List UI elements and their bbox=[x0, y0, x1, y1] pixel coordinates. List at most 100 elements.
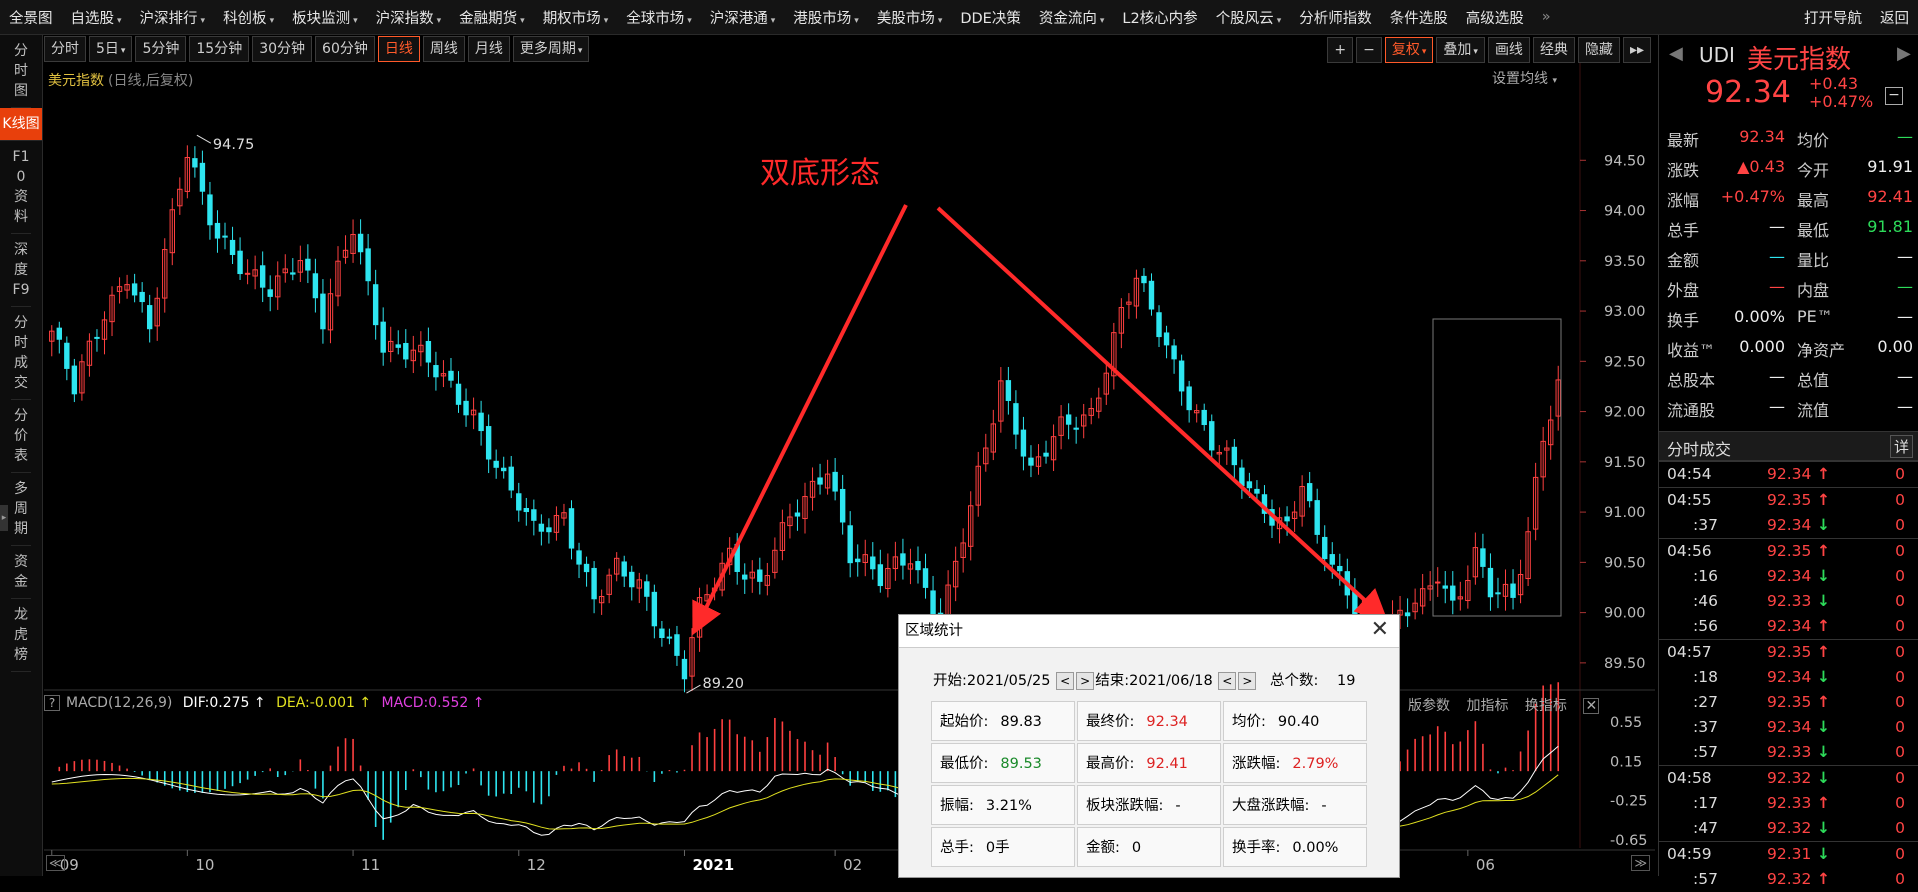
candle-body bbox=[922, 568, 929, 588]
stat-label: 最高价: bbox=[1086, 756, 1135, 772]
y-tick-label: 91.00 bbox=[1604, 505, 1646, 521]
arrow-down-icon: ↓ bbox=[1817, 567, 1830, 585]
candle-body bbox=[1487, 567, 1494, 598]
quote-row: 最新 92.34 均价 — bbox=[1659, 123, 1918, 153]
candle-body bbox=[1201, 409, 1207, 426]
macd-value-text: MACD:0.552 bbox=[381, 695, 469, 711]
trade-volume: 0 bbox=[1895, 870, 1905, 888]
last-price: 92.34 bbox=[1705, 75, 1791, 110]
candle-body bbox=[576, 550, 582, 565]
stat-cell: 起始价: 89.83 bbox=[931, 701, 1075, 741]
trade-time: :57 bbox=[1693, 743, 1718, 761]
change-percent: +0.47% bbox=[1809, 92, 1874, 111]
candle-body bbox=[146, 305, 153, 330]
candle-body bbox=[839, 488, 846, 523]
help-icon[interactable]: ? bbox=[44, 695, 60, 711]
trade-volume: 0 bbox=[1895, 465, 1905, 483]
candle-body bbox=[621, 561, 627, 577]
candle-body bbox=[568, 508, 575, 549]
open-nav-button[interactable]: 打开导航 bbox=[1795, 7, 1871, 28]
pattern-annotation: 双底形态 bbox=[760, 156, 880, 191]
macd-dif-text: DIF:0.275 bbox=[182, 695, 250, 711]
prev-arrow-icon[interactable]: ◀ bbox=[1669, 43, 1683, 64]
kline-chart[interactable]: 94.50 94.00 93.50 93.00 92.50 92.00 91.50 91.00… bbox=[0, 0, 1658, 876]
candle-body bbox=[742, 574, 748, 580]
trade-price: 92.34 bbox=[1767, 617, 1812, 635]
candle-body bbox=[591, 567, 597, 600]
quote-value: — bbox=[1769, 277, 1785, 296]
candle-body bbox=[1495, 592, 1501, 595]
arrow-up-icon: ↑ bbox=[472, 695, 485, 711]
set-ma-button[interactable]: 设置均线 ▾ bbox=[1492, 68, 1557, 88]
macd-dea-text: DEA:-0.001 bbox=[276, 695, 355, 711]
quote-label: PE™ bbox=[1797, 307, 1833, 326]
end-next-button[interactable]: > bbox=[1238, 672, 1257, 690]
macd-params-button[interactable]: 版参数 bbox=[1408, 698, 1450, 714]
candle-body bbox=[94, 336, 100, 339]
next-arrow-icon[interactable]: ▶ bbox=[1897, 43, 1911, 64]
candle-body bbox=[1314, 500, 1320, 535]
trade-volume: 0 bbox=[1895, 718, 1905, 736]
candle-body bbox=[1163, 332, 1170, 346]
quote-label: 收益™ bbox=[1667, 341, 1716, 360]
change-value: +0.43 bbox=[1809, 74, 1859, 93]
start-prev-button[interactable]: < bbox=[1056, 672, 1075, 690]
horizontal-scrollbar[interactable]: ≪ ≫ bbox=[44, 853, 1654, 873]
trade-row: 04:54 92.34 ↑ 0 bbox=[1659, 461, 1918, 487]
start-next-button[interactable]: > bbox=[1076, 672, 1095, 690]
candle-body bbox=[214, 222, 221, 239]
selection-box bbox=[1432, 318, 1562, 617]
macd-dea: DEA:-0.001 ↑ bbox=[276, 695, 371, 711]
quote-row: 涨跌 ▲0.43 今开 91.91 bbox=[1659, 153, 1918, 183]
trade-volume: 0 bbox=[1895, 491, 1905, 509]
start-label: 开始: bbox=[933, 673, 967, 689]
end-prev-button[interactable]: < bbox=[1218, 672, 1237, 690]
trades-detail-button[interactable]: 详 bbox=[1889, 435, 1913, 458]
y-tick-label: 90.50 bbox=[1604, 555, 1646, 571]
candle-body bbox=[1020, 429, 1027, 457]
candle-body bbox=[832, 471, 838, 492]
stat-label: 涨跌幅: bbox=[1232, 756, 1281, 772]
close-icon[interactable]: ✕ bbox=[1371, 617, 1389, 642]
quote-label: 金额 bbox=[1667, 251, 1700, 270]
arrow-up-icon: ↑ bbox=[1817, 491, 1830, 509]
trade-row: :27 92.35 ↑ 0 bbox=[1659, 690, 1918, 715]
quote-value: 0.00% bbox=[1734, 307, 1785, 326]
minimize-icon[interactable]: − bbox=[1885, 87, 1903, 105]
arrow-up-icon: ↑ bbox=[1817, 693, 1830, 711]
chart-title-subtitle: (日线,后复权) bbox=[108, 73, 194, 89]
macd-switch-indicator-button[interactable]: 换指标 bbox=[1525, 698, 1567, 714]
candle-body bbox=[1186, 386, 1192, 411]
quote-value: 91.81 bbox=[1867, 217, 1913, 236]
candle-body bbox=[583, 563, 590, 573]
candle-body bbox=[1480, 548, 1486, 567]
trade-time: :37 bbox=[1693, 516, 1718, 534]
candle-body bbox=[1073, 427, 1079, 430]
arrow-up-icon: ↑ bbox=[1817, 794, 1830, 812]
trade-price: 92.31 bbox=[1767, 845, 1812, 863]
candle-body bbox=[1254, 488, 1260, 494]
trade-row: :47 92.32 ↓ 0 bbox=[1659, 816, 1918, 841]
back-button[interactable]: 返回 bbox=[1871, 7, 1918, 28]
scroll-right-icon[interactable]: ≫ bbox=[1631, 855, 1650, 871]
symbol-name: 美元指数 bbox=[1747, 45, 1852, 75]
trade-row: 04:55 92.35 ↑ 0 bbox=[1659, 487, 1918, 513]
price-change: +0.43 +0.47% bbox=[1809, 75, 1873, 111]
close-icon[interactable]: ✕ bbox=[1583, 698, 1600, 714]
trade-row: :57 92.32 ↑ 0 bbox=[1659, 867, 1918, 892]
candle-body bbox=[312, 273, 319, 299]
candle-body bbox=[229, 239, 236, 255]
candle-body bbox=[659, 628, 665, 639]
scroll-left-icon[interactable]: ≪ bbox=[46, 855, 65, 871]
stat-cell: 振幅: 3.21% bbox=[931, 785, 1075, 825]
quote-value: — bbox=[1897, 367, 1913, 386]
candle-body bbox=[425, 340, 432, 363]
candle-body bbox=[1337, 565, 1343, 572]
macd-add-indicator-button[interactable]: 加指标 bbox=[1466, 698, 1508, 714]
trade-price: 92.33 bbox=[1767, 794, 1812, 812]
arrow-down-icon: ↓ bbox=[1817, 592, 1830, 610]
y-tick-label: 92.50 bbox=[1604, 354, 1646, 370]
trade-volume: 0 bbox=[1895, 743, 1905, 761]
arrow-down-icon: ↓ bbox=[1817, 819, 1830, 837]
trade-row: 04:58 92.32 ↓ 0 bbox=[1659, 765, 1918, 791]
